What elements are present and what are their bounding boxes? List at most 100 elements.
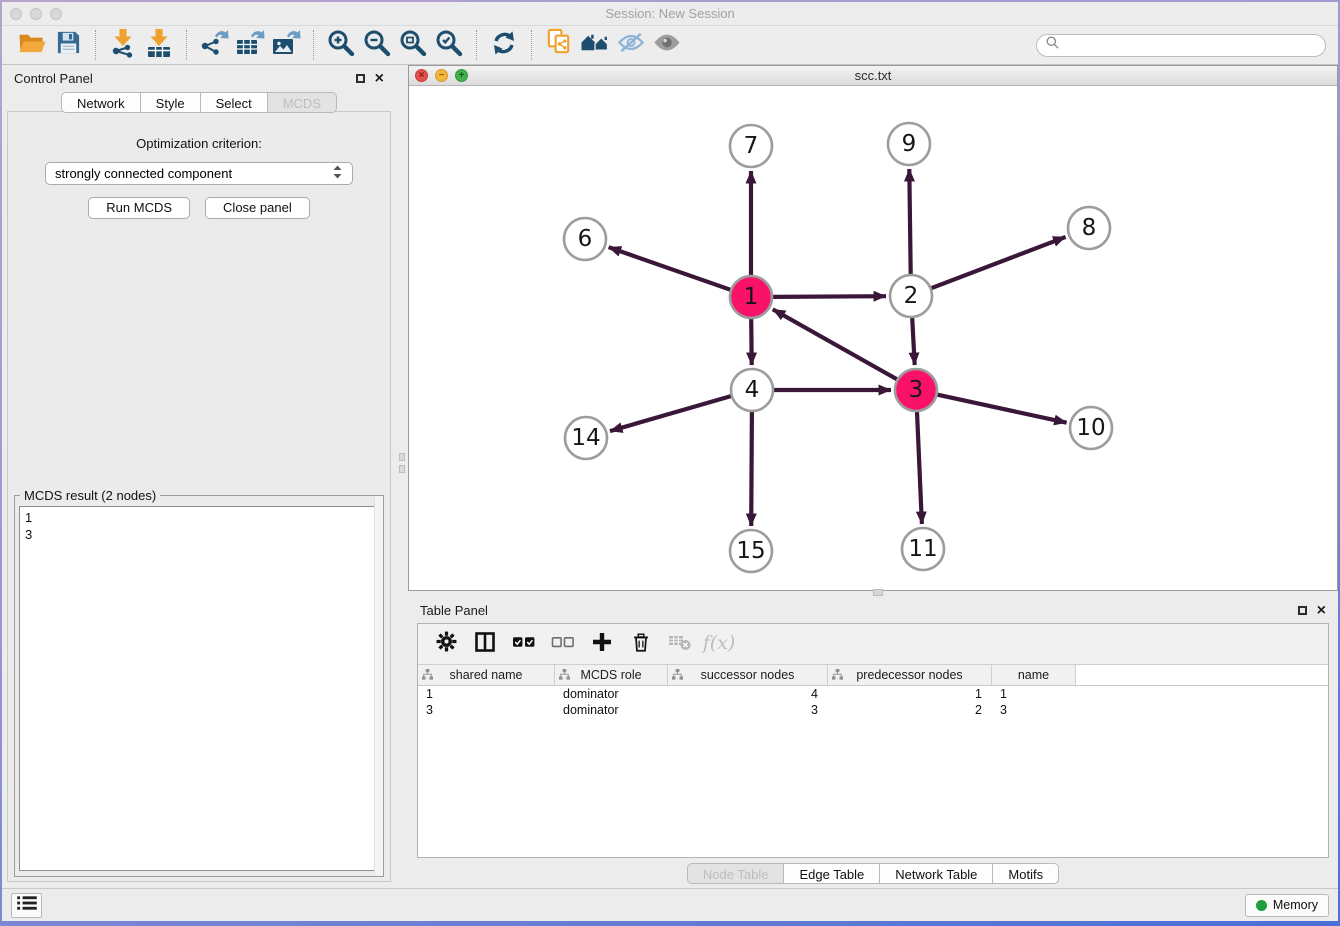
mcds-result-text[interactable]: 1 3 <box>19 506 378 871</box>
table-tab-motifs[interactable]: Motifs <box>993 863 1059 884</box>
node-6[interactable]: 6 <box>564 218 606 260</box>
toolbar-separator <box>313 30 314 60</box>
table-tab-node-table[interactable]: Node Table <box>687 863 785 884</box>
zoom-fit-icon <box>398 28 428 63</box>
svg-text:9: 9 <box>902 131 917 157</box>
network-graph[interactable]: 7 9 6 8 1 2 4 3 14 10 15 11 <box>409 86 1337 589</box>
refresh-layout-button[interactable] <box>486 29 522 61</box>
table-row[interactable]: 3dominator323 <box>418 702 1328 718</box>
column-layout-icon <box>474 631 496 658</box>
import-table-button[interactable] <box>141 29 177 61</box>
node-2[interactable]: 2 <box>890 275 932 317</box>
deselect-all-button[interactable] <box>551 632 575 656</box>
node-15[interactable]: 15 <box>730 530 772 572</box>
zoom-selected-button[interactable] <box>431 29 467 61</box>
close-panel-button[interactable]: Close panel <box>205 197 310 219</box>
node-1[interactable]: 1 <box>730 276 772 318</box>
open-session-icon <box>17 29 47 61</box>
table-tab-network-table[interactable]: Network Table <box>880 863 993 884</box>
pane-divider[interactable] <box>408 591 1338 598</box>
zoom-in-button[interactable] <box>323 29 359 61</box>
node-3[interactable]: 3 <box>895 369 937 411</box>
memory-button[interactable]: Memory <box>1245 894 1329 917</box>
search-input[interactable] <box>1064 37 1316 54</box>
function-builder-button: f(x) <box>707 632 731 656</box>
duplicate-network-button[interactable] <box>541 29 577 61</box>
table-tab-edge-table[interactable]: Edge Table <box>784 863 880 884</box>
close-panel-icon[interactable]: × <box>375 74 384 84</box>
zoom-fit-button[interactable] <box>395 29 431 61</box>
network-canvas[interactable]: 7 9 6 8 1 2 4 3 14 10 15 11 <box>409 86 1337 590</box>
network-window-titlebar: × − + scc.txt <box>409 66 1337 86</box>
zoom-out-button[interactable] <box>359 29 395 61</box>
float-table-panel-icon[interactable] <box>1298 606 1307 615</box>
edge-1-4[interactable] <box>751 319 752 365</box>
cell: 1 <box>992 686 1076 702</box>
edge-4-15[interactable] <box>751 412 752 526</box>
divider-grip[interactable] <box>399 453 405 461</box>
edge-3-10[interactable] <box>938 395 1067 423</box>
float-panel-icon[interactable] <box>356 74 365 83</box>
edge-1-2[interactable] <box>773 296 886 297</box>
export-network-icon <box>199 28 229 63</box>
node-8[interactable]: 8 <box>1068 207 1110 249</box>
node-7[interactable]: 7 <box>730 125 772 167</box>
tab-mcds[interactable]: MCDS <box>268 92 337 113</box>
edge-4-14[interactable] <box>610 396 731 431</box>
select-all-button[interactable] <box>512 632 536 656</box>
column-header-predecessor-nodes[interactable]: predecessor nodes <box>828 665 992 685</box>
import-network-icon <box>109 28 137 63</box>
show-all-button[interactable] <box>649 29 685 61</box>
node-14[interactable]: 14 <box>565 417 607 459</box>
pane-divider-grip[interactable] <box>873 589 883 596</box>
edge-1-6[interactable] <box>609 247 731 290</box>
table-container: f(x) shared nameMCDS rolesuccessor nodes… <box>417 623 1329 858</box>
column-header-mcds-role[interactable]: MCDS role <box>555 665 668 685</box>
add-row-button[interactable] <box>590 632 614 656</box>
cell: 1 <box>418 686 555 702</box>
close-table-panel-icon[interactable]: × <box>1317 606 1326 616</box>
node-9[interactable]: 9 <box>888 123 930 165</box>
edge-3-11[interactable] <box>917 412 922 524</box>
search-field[interactable] <box>1036 34 1326 57</box>
node-11[interactable]: 11 <box>902 528 944 570</box>
window-close-button[interactable] <box>10 8 22 20</box>
column-layout-button[interactable] <box>473 632 497 656</box>
table-panel-title: Table Panel <box>420 603 488 618</box>
column-header-shared-name[interactable]: shared name <box>418 665 555 685</box>
zoom-selected-icon <box>434 28 464 63</box>
export-table-button[interactable] <box>232 29 268 61</box>
edge-2-8[interactable] <box>932 237 1066 288</box>
delete-table-button <box>668 632 692 656</box>
window-minimize-button[interactable] <box>30 8 42 20</box>
table-row[interactable]: 1dominator411 <box>418 686 1328 702</box>
task-history-button[interactable] <box>11 893 42 918</box>
tab-style[interactable]: Style <box>141 92 201 113</box>
edge-2-9[interactable] <box>909 169 910 274</box>
tab-network[interactable]: Network <box>61 92 141 113</box>
save-session-button[interactable] <box>50 29 86 61</box>
node-4[interactable]: 4 <box>731 369 773 411</box>
node-10[interactable]: 10 <box>1070 407 1112 449</box>
edge-3-1[interactable] <box>773 309 897 379</box>
hide-selected-button[interactable] <box>613 29 649 61</box>
first-neighbors-button[interactable] <box>577 29 613 61</box>
divider-grip[interactable] <box>399 465 405 473</box>
export-network-button[interactable] <box>196 29 232 61</box>
table-settings-button[interactable] <box>434 632 458 656</box>
column-header-name[interactable]: name <box>992 665 1076 685</box>
node-table: shared nameMCDS rolesuccessor nodesprede… <box>418 665 1328 857</box>
import-network-button[interactable] <box>105 29 141 61</box>
criterion-select[interactable]: strongly connected component <box>45 162 353 185</box>
edge-2-3[interactable] <box>912 318 915 365</box>
result-scrollbar[interactable] <box>374 496 383 876</box>
tab-select[interactable]: Select <box>201 92 268 113</box>
column-header-successor-nodes[interactable]: successor nodes <box>668 665 828 685</box>
panel-divider[interactable] <box>396 65 408 888</box>
window-zoom-button[interactable] <box>50 8 62 20</box>
delete-row-button[interactable] <box>629 632 653 656</box>
open-session-button[interactable] <box>14 29 50 61</box>
export-image-button[interactable] <box>268 29 304 61</box>
cell: 4 <box>668 686 828 702</box>
run-mcds-button[interactable]: Run MCDS <box>88 197 190 219</box>
